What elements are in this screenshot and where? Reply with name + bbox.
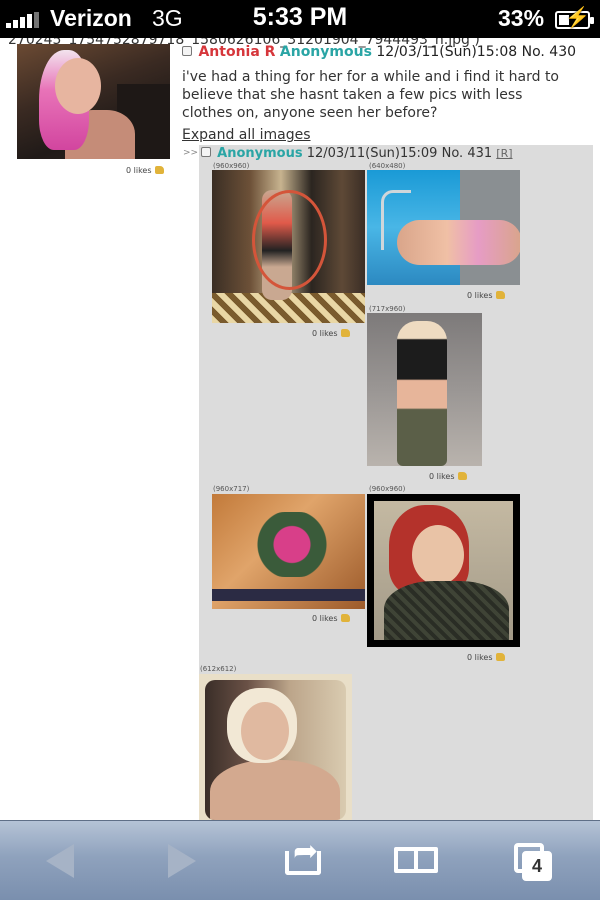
poster-name: Antonia R [198, 44, 276, 60]
forward-arrow-icon[interactable] [152, 835, 212, 887]
poster-tripname: Anonymous [279, 44, 372, 60]
expand-all-images-link[interactable]: Expand all images [182, 127, 311, 143]
reply-number[interactable]: No. 431 [442, 146, 493, 161]
browser-toolbar: ➦ 4 [0, 820, 600, 900]
thumbs-up-icon[interactable] [457, 472, 467, 480]
tabs-icon[interactable]: 4 [506, 835, 566, 887]
image-5-likes[interactable]: 0 likes [467, 653, 505, 662]
image-dimensions: (960x960) [213, 162, 250, 170]
battery-icon: ⚡ [555, 7, 594, 29]
tabs-count: 4 [522, 851, 552, 881]
post-number[interactable]: No. 430 [522, 44, 576, 60]
image-dimensions: (717x960) [369, 305, 406, 313]
post-select-checkbox[interactable] [182, 46, 192, 56]
charging-bolt-icon: ⚡ [565, 7, 590, 29]
op-image-thumbnail[interactable] [17, 44, 170, 159]
reply-image-5[interactable] [367, 494, 520, 647]
op-post-header: Antonia R Anonymous 12/03/11(Sun)15:08 N… [182, 44, 576, 60]
image-dimensions: (960x717) [213, 485, 250, 493]
image-dimensions: (640x480) [369, 162, 406, 170]
reply-image-2[interactable] [367, 170, 520, 285]
thumbs-up-icon[interactable] [154, 166, 164, 174]
image-dimensions: (960x960) [369, 485, 406, 493]
back-arrow-icon[interactable] [30, 835, 90, 887]
reply-image-6[interactable] [199, 674, 352, 820]
reply-image-4[interactable] [212, 494, 365, 609]
image-4-likes[interactable]: 0 likes [312, 614, 350, 623]
reply-image-3[interactable] [367, 313, 482, 466]
op-post-body: i've had a thing for her for a while and… [182, 69, 559, 121]
image-3-likes[interactable]: 0 likes [429, 472, 467, 481]
post-datetime: 12/03/11(Sun)15:08 [376, 44, 518, 60]
image-2-likes[interactable]: 0 likes [467, 291, 505, 300]
thumbs-up-icon[interactable] [340, 614, 350, 622]
reply-select-checkbox[interactable] [201, 147, 211, 157]
reply-image-1[interactable] [212, 170, 365, 323]
battery-percent: 33% [498, 5, 545, 31]
op-likes[interactable]: 0 likes [126, 166, 164, 175]
thumbs-up-icon[interactable] [495, 653, 505, 661]
status-bar: Verizon 3G 5:33 PM 33% ⚡ [0, 0, 600, 38]
image-dimensions: (612x612) [200, 665, 237, 673]
reply-datetime: 12/03/11(Sun)15:09 [306, 146, 438, 161]
bookmarks-icon[interactable] [386, 835, 446, 887]
reply-poster-name: Anonymous [217, 146, 303, 161]
reply-post-header: Anonymous 12/03/11(Sun)15:09 No. 431 [R] [201, 146, 513, 161]
share-icon[interactable]: ➦ [275, 835, 335, 887]
thumbs-up-icon[interactable] [340, 329, 350, 337]
reply-link[interactable]: [R] [496, 147, 512, 160]
reply-arrow: >> [183, 148, 199, 158]
image-1-likes[interactable]: 0 likes [312, 329, 350, 338]
web-content[interactable]: 270245_1754752879718_1580626106_31201904… [0, 38, 600, 820]
thumbs-up-icon[interactable] [495, 291, 505, 299]
